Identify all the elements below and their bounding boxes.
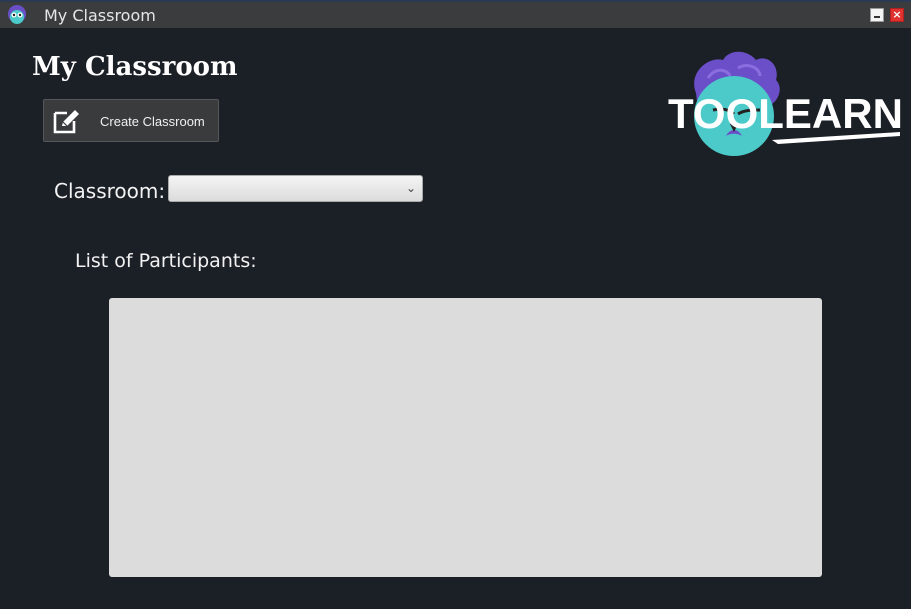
edit-icon [53,110,79,134]
window-titlebar: My Classroom × [0,0,911,28]
classroom-select[interactable]: ⌄ [168,175,423,202]
close-button[interactable]: × [890,8,904,22]
participants-label: List of Participants: [75,250,257,272]
close-icon: × [892,8,902,21]
create-classroom-button[interactable]: Create Classroom [43,99,219,142]
create-classroom-label: Create Classroom [100,114,205,129]
minimize-button[interactable] [870,8,884,22]
toolearn-logo: TOOLEARN [668,51,902,156]
toolearn-mascot-icon [8,5,26,24]
classroom-label: Classroom: [54,179,166,203]
participants-list[interactable] [109,298,822,577]
page-title: My Classroom [32,52,238,82]
logo-text: TOOLEARN [668,90,902,137]
chevron-down-icon: ⌄ [405,181,416,195]
window-title: My Classroom [44,6,156,25]
